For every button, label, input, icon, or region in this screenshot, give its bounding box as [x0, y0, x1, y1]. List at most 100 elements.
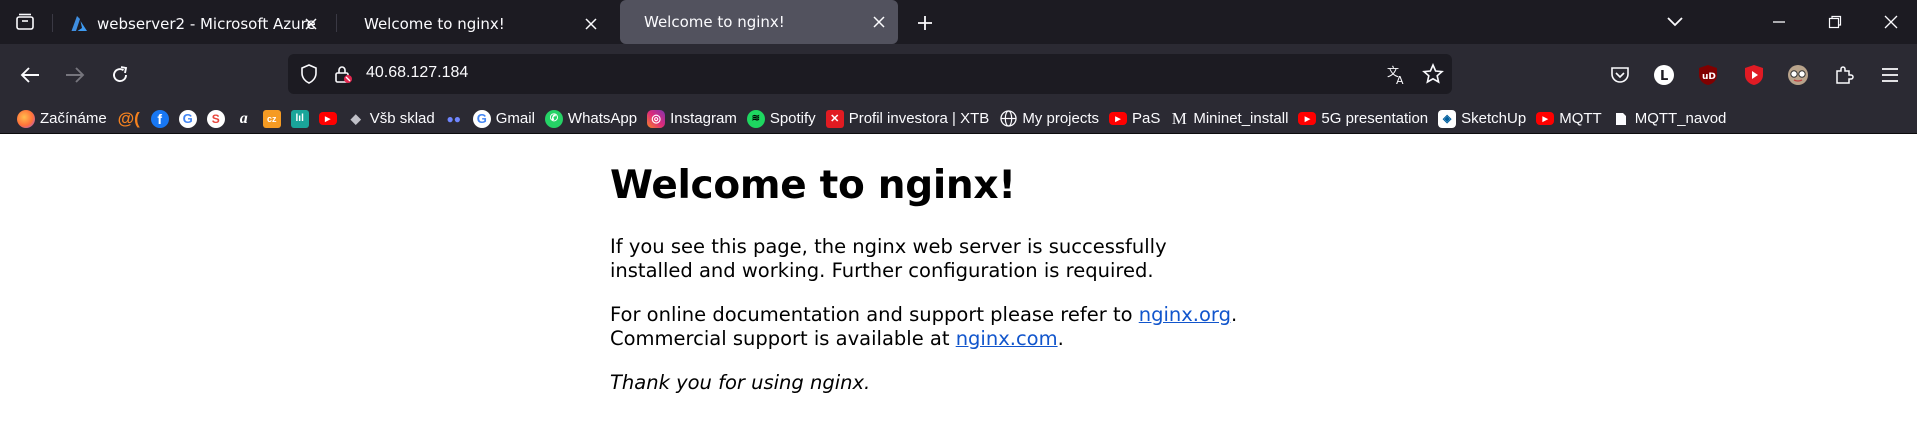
- bookmark-mqtt-navod[interactable]: MQTT_navod: [1607, 107, 1732, 131]
- translate-icon[interactable]: 文A: [1386, 63, 1408, 85]
- reload-icon: [113, 66, 128, 82]
- youtube-shield-icon: [1745, 65, 1763, 85]
- address-bar[interactable]: 40.68.127.184 文A: [288, 54, 1452, 94]
- page-icon: [1612, 110, 1630, 128]
- bookmark-sketchup[interactable]: ◈ SketchUp: [1433, 107, 1531, 131]
- youtube-icon: ▶: [1298, 112, 1317, 125]
- shield-icon[interactable]: [298, 63, 320, 85]
- arrow-right-icon: [66, 67, 85, 83]
- pocket-button[interactable]: [1606, 61, 1634, 89]
- orange-box-icon: cz: [262, 109, 281, 128]
- chevron-down-icon: [1667, 17, 1683, 27]
- navigation-toolbar: 40.68.127.184 文A L uD: [0, 44, 1917, 104]
- bookmark-label: Všb sklad: [369, 110, 435, 127]
- bookmark-amazon[interactable]: a: [230, 107, 258, 131]
- globe-icon: [999, 110, 1017, 128]
- avatar-icon: L: [1654, 65, 1674, 85]
- bookmark-facebook[interactable]: f: [146, 107, 174, 131]
- bookmark-glasses[interactable]: ●●: [440, 107, 468, 131]
- tab-overview-button[interactable]: [10, 9, 40, 35]
- install-success-paragraph: If you see this page, the nginx web serv…: [610, 235, 1167, 282]
- tab-nginx-1[interactable]: Welcome to nginx!: [340, 4, 610, 44]
- bookmark-zaciname[interactable]: Začínáme: [12, 107, 112, 131]
- nginx-org-link[interactable]: nginx.org: [1139, 303, 1231, 326]
- reload-button[interactable]: [105, 60, 135, 90]
- arrow-left-icon: [20, 67, 39, 83]
- close-tab-button[interactable]: [582, 15, 600, 33]
- ublock-icon: uD: [1699, 65, 1717, 85]
- bookmark-teal[interactable]: lıl: [286, 107, 314, 131]
- bookmark-my-projects[interactable]: My projects: [994, 107, 1104, 131]
- bookmark-label: MQTT: [1559, 110, 1602, 127]
- bookmark-whatsapp[interactable]: ✆ WhatsApp: [540, 107, 642, 131]
- minimize-button[interactable]: [1764, 8, 1794, 36]
- nginx-com-link[interactable]: nginx.com: [956, 327, 1058, 350]
- bookmark-orange-box[interactable]: cz: [258, 107, 286, 131]
- bookmark-mininet-install[interactable]: M Mininet_install: [1165, 107, 1293, 131]
- restore-button[interactable]: [1820, 8, 1850, 36]
- list-all-tabs-button[interactable]: [1660, 8, 1690, 36]
- youtube-icon: ▶: [1109, 112, 1127, 125]
- tab-separator: [336, 14, 337, 32]
- youtube-icon: ▶: [318, 112, 337, 125]
- tab-title: Welcome to nginx!: [364, 15, 505, 33]
- youtube-extension-button[interactable]: [1740, 61, 1768, 89]
- thanks-text: Thank you for using nginx.: [610, 371, 871, 394]
- new-tab-button[interactable]: [912, 10, 938, 36]
- google-icon: G: [472, 109, 491, 128]
- doc-period: .: [1230, 303, 1238, 326]
- hamburger-menu-icon: [1882, 68, 1898, 82]
- forward-button[interactable]: [60, 60, 90, 90]
- bookmark-pas[interactable]: ▶ PaS: [1104, 107, 1165, 131]
- bookmark-label: My projects: [1022, 110, 1099, 127]
- bookmark-vsb-sklad[interactable]: ◆ Všb sklad: [342, 107, 440, 131]
- azure-icon: [71, 16, 87, 31]
- pocket-icon: [1611, 67, 1629, 83]
- youtube-icon: ▶: [1536, 112, 1555, 125]
- bookmark-label: Gmail: [495, 110, 535, 127]
- extension-glasses-button[interactable]: [1784, 61, 1812, 89]
- bookmark-s[interactable]: S: [202, 107, 230, 131]
- tab-azure[interactable]: webserver2 - Microsoft Azure: [58, 4, 330, 44]
- bookmark-star-icon[interactable]: [1422, 63, 1444, 85]
- google-icon: G: [178, 109, 197, 128]
- tab-title: webserver2 - Microsoft Azure: [97, 15, 316, 33]
- facebook-icon: f: [150, 109, 169, 128]
- bookmark-mqtt[interactable]: ▶ MQTT: [1531, 107, 1607, 131]
- bookmark-instagram[interactable]: ◎ Instagram: [642, 107, 742, 131]
- account-avatar-button[interactable]: L: [1650, 61, 1678, 89]
- tab-separator: [52, 14, 53, 32]
- bookmark-gmail[interactable]: G Gmail: [468, 107, 540, 131]
- sketchup-icon: ◈: [1438, 109, 1457, 128]
- close-tab-button[interactable]: [302, 15, 320, 33]
- bookmark-5g-presentation[interactable]: ▶ 5G presentation: [1293, 107, 1433, 131]
- insecure-lock-icon[interactable]: [332, 63, 354, 85]
- firefox-icon: [17, 109, 35, 128]
- thanks-paragraph: Thank you for using nginx.: [610, 371, 1250, 395]
- whatsapp-icon: ✆: [544, 109, 563, 128]
- restore-icon: [1828, 15, 1842, 29]
- bookmark-at[interactable]: @(: [112, 107, 146, 131]
- close-window-button[interactable]: [1876, 8, 1906, 36]
- url-text[interactable]: 40.68.127.184: [366, 64, 468, 82]
- amazon-icon: a: [239, 109, 248, 127]
- bookmark-label: WhatsApp: [567, 110, 638, 127]
- instagram-icon: ◎: [647, 109, 666, 128]
- bookmarks-toolbar: Začínáme @( f G S a cz lıl ▶ ◆ Všb sklad…: [0, 104, 1917, 134]
- tab-nginx-active[interactable]: Welcome to nginx!: [620, 0, 898, 44]
- menu-button[interactable]: [1876, 61, 1904, 89]
- ublock-button[interactable]: uD: [1694, 61, 1722, 89]
- close-tab-button[interactable]: [870, 13, 888, 31]
- tab-strip: webserver2 - Microsoft Azure Welcome to …: [0, 0, 1917, 44]
- close-icon: [305, 18, 317, 30]
- back-button[interactable]: [15, 60, 45, 90]
- bookmark-google[interactable]: G: [174, 107, 202, 131]
- bookmark-spotify[interactable]: ≋ Spotify: [742, 107, 821, 131]
- extensions-button[interactable]: [1830, 61, 1858, 89]
- m-icon: M: [1171, 108, 1187, 128]
- close-icon: [1884, 15, 1898, 29]
- bookmark-label: PaS: [1132, 110, 1161, 127]
- bookmark-youtube[interactable]: ▶: [314, 107, 342, 131]
- svg-text:L: L: [1660, 69, 1668, 84]
- bookmark-xtb[interactable]: ✕ Profil investora | XTB: [821, 107, 995, 131]
